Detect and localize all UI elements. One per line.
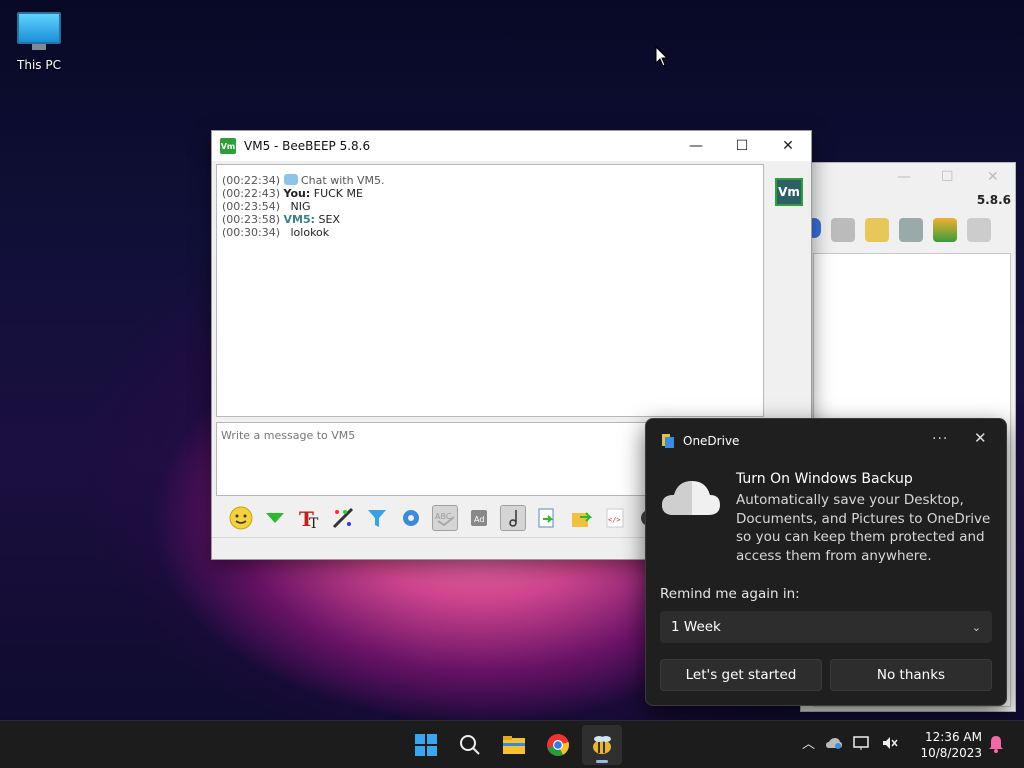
system-tray: ︿ xyxy=(802,733,899,752)
maximize-icon[interactable]: ☐ xyxy=(941,169,954,185)
desktop-icon-label: This PC xyxy=(17,58,61,72)
folder-arrow-icon xyxy=(572,512,592,527)
funnel-icon xyxy=(368,510,386,527)
minimize-icon[interactable]: — xyxy=(897,169,911,185)
monitor-icon xyxy=(17,12,61,44)
color-pen-icon xyxy=(332,507,354,529)
onedrive-app-icon xyxy=(662,434,674,448)
toast-title: Turn On Windows Backup xyxy=(736,471,913,487)
search-icon xyxy=(460,735,480,755)
title-bar[interactable]: Vm VM5 - BeeBEEP 5.8.6 — ☐ ✕ xyxy=(212,131,811,161)
tools-icon[interactable] xyxy=(899,218,923,242)
color-button[interactable] xyxy=(330,505,356,531)
desktop-icon-this-pc[interactable]: This PC xyxy=(10,8,68,72)
taskbar: ︿ 12:36 AM 10/8/2023 xyxy=(0,720,1024,768)
spellcheck-button[interactable]: ABC xyxy=(432,505,458,531)
chevron-up-icon[interactable]: ︿ xyxy=(802,733,815,752)
save-chat-button[interactable] xyxy=(534,505,560,531)
settings-button[interactable] xyxy=(398,505,424,531)
toast-body: Automatically save your Desktop, Documen… xyxy=(736,492,991,564)
window-title: VM5 - BeeBEEP 5.8.6 xyxy=(244,139,371,153)
chat-bubble-icon xyxy=(283,174,298,185)
volume-muted-icon[interactable] xyxy=(881,735,899,751)
clock-time: 12:36 AM xyxy=(925,730,982,744)
remind-dropdown[interactable]: 1 Week ⌄ xyxy=(660,611,992,643)
code-icon: </> xyxy=(606,508,624,528)
folder-icon xyxy=(503,736,525,754)
no-thanks-button[interactable]: No thanks xyxy=(830,659,992,691)
notification-bell-icon[interactable] xyxy=(988,735,1004,753)
get-started-button[interactable]: Let's get started xyxy=(660,659,822,691)
cloud-icon xyxy=(662,481,720,515)
system-clock[interactable]: 12:36 AM 10/8/2023 xyxy=(920,729,982,761)
smiley-icon xyxy=(229,506,253,530)
sound-button[interactable] xyxy=(500,505,526,531)
start-button[interactable] xyxy=(406,725,446,765)
chat-message: (00:23:54) NIG xyxy=(222,200,311,213)
chevron-down-icon: ⌄ xyxy=(971,620,981,634)
font-button[interactable]: TT xyxy=(296,505,322,531)
onedrive-tray-icon[interactable] xyxy=(825,736,843,750)
windows-logo-icon xyxy=(415,734,437,756)
book-icon: Ad xyxy=(471,510,487,526)
toast-close-icon[interactable]: ✕ xyxy=(974,429,987,447)
beebeep-logo-icon: Vm xyxy=(220,138,236,154)
minimize-button[interactable]: — xyxy=(673,131,719,161)
onedrive-notification[interactable]: OneDrive ··· ✕ Turn On Windows Backup Au… xyxy=(645,418,1007,706)
clock-date: 10/8/2023 xyxy=(920,746,982,760)
send-file-button[interactable] xyxy=(568,505,594,531)
send-button[interactable] xyxy=(262,505,288,531)
toast-app-name: OneDrive xyxy=(683,434,740,448)
network-icon[interactable] xyxy=(853,735,871,751)
arrow-down-icon xyxy=(266,513,284,523)
remind-selected-value: 1 Week xyxy=(671,619,721,635)
beebeep-taskbar-button[interactable] xyxy=(582,725,622,765)
dictionary-button[interactable]: Ad xyxy=(466,505,492,531)
filter-button[interactable] xyxy=(364,505,390,531)
pencil-icon[interactable] xyxy=(865,218,889,242)
avatar[interactable]: Vm xyxy=(775,178,803,206)
document-arrow-icon xyxy=(538,508,554,528)
font-icon: TT xyxy=(299,507,319,530)
back-toolbar xyxy=(807,218,991,242)
search-button[interactable] xyxy=(450,725,490,765)
trash-icon[interactable] xyxy=(967,218,991,242)
emoticon-button[interactable] xyxy=(228,505,254,531)
chat-message: (00:22:34) Chat with VM5. xyxy=(222,174,385,187)
file-explorer-button[interactable] xyxy=(494,725,534,765)
bee-update-icon[interactable] xyxy=(933,218,957,242)
taskbar-apps xyxy=(406,725,622,765)
bee-icon xyxy=(593,736,611,754)
svg-text:</>: </> xyxy=(608,516,621,524)
more-options-icon[interactable]: ··· xyxy=(932,431,948,447)
chat-message: (00:30:34) lolokok xyxy=(222,226,330,239)
html-button[interactable]: </> xyxy=(602,505,628,531)
chrome-button[interactable] xyxy=(538,725,578,765)
maximize-button[interactable]: ☐ xyxy=(719,131,765,161)
chrome-icon xyxy=(547,734,569,756)
gear-icon xyxy=(403,510,419,526)
svg-text:Ad: Ad xyxy=(474,515,484,524)
chat-history[interactable]: (00:22:34) Chat with VM5. (00:22:43) You… xyxy=(216,164,764,417)
spellcheck-icon: ABC xyxy=(435,512,455,527)
svg-text:T: T xyxy=(309,516,319,530)
remind-label: Remind me again in: xyxy=(660,586,800,602)
close-icon[interactable]: ✕ xyxy=(987,169,999,185)
music-note-icon xyxy=(509,510,517,527)
toast-header: OneDrive xyxy=(661,433,739,449)
close-button[interactable]: ✕ xyxy=(765,131,811,161)
envelope-icon[interactable] xyxy=(831,218,855,242)
chat-message: (00:23:58) VM5: SEX xyxy=(222,213,340,226)
version-label: 5.8.6 xyxy=(976,193,1011,207)
chat-message: (00:22:43) You: FUCK ME xyxy=(222,187,363,200)
